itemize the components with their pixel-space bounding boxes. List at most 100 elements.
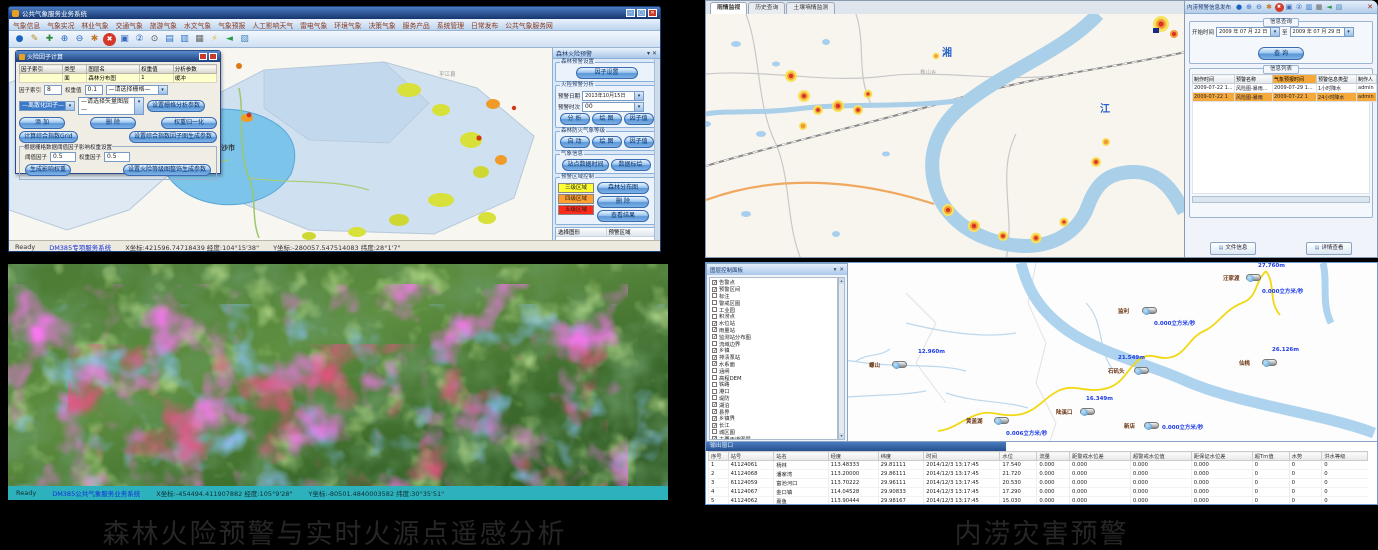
menu-item[interactable]: 雷电气象 — [300, 20, 327, 30]
menu-item[interactable]: 水文气象 — [184, 20, 211, 30]
delete-factor-button[interactable]: 删 除 — [90, 117, 136, 129]
weather-button[interactable]: 数据标绘 — [611, 159, 651, 171]
layer-checkbox[interactable] — [712, 436, 717, 440]
layers-icon[interactable]: ▥ — [1305, 3, 1314, 12]
region-button[interactable]: 森林分布图 — [597, 182, 649, 194]
layer-panel-titlebar[interactable]: 图层控制面板 ▾ ✕ — [707, 264, 847, 275]
identify-icon[interactable]: ⊙ — [148, 33, 161, 46]
menu-item[interactable]: 气象实况 — [47, 20, 74, 30]
back-arrow-icon[interactable]: ◄ — [1325, 3, 1334, 12]
station-row[interactable]: 141124061杨林113.4833329.81111 2014/12/3 1… — [709, 461, 1368, 470]
panel-close-icon[interactable]: ✕ — [1366, 3, 1375, 12]
station-row[interactable]: 241124068潘家湾113.2000029.86111 2014/12/3 … — [709, 470, 1368, 479]
layer-checkbox[interactable] — [712, 423, 717, 428]
vector-layer-select[interactable]: —请选择矢量图层— — [78, 97, 144, 115]
zoom-in-icon[interactable]: ⊕ — [58, 33, 71, 46]
layer-item[interactable]: 水系面 — [712, 361, 835, 368]
warning-date-select[interactable]: 2013年10月15日 — [582, 91, 644, 101]
region-list-header[interactable]: 预警区域 — [607, 228, 658, 236]
generate-weight-button[interactable]: 生成影响权重 — [25, 164, 71, 176]
zoom-in-icon[interactable]: ⊕ — [1245, 3, 1254, 12]
map-tab[interactable]: 雨情监视 — [710, 2, 747, 14]
remote-sensing-image[interactable] — [8, 264, 668, 486]
dialog-titlebar[interactable]: 火险因子计算 — [16, 51, 220, 62]
col-forecast-time[interactable]: 气象预报时间 — [1273, 75, 1317, 84]
output-column-header[interactable]: 超警戒水位值 — [1130, 452, 1191, 461]
menu-item[interactable]: 日常发布 — [471, 20, 498, 30]
weather-button[interactable]: 站点数据时间 — [562, 159, 608, 171]
output-column-header[interactable]: 时间 — [924, 452, 1000, 461]
analysis-button[interactable]: 绘 图 — [592, 113, 622, 125]
pin-icon[interactable]: ▾ — [647, 50, 650, 57]
output-column-header[interactable]: 水势 — [1289, 452, 1322, 461]
factor-index-input[interactable]: 8 — [44, 85, 62, 95]
normalize-weights-button[interactable]: 权重归一化 — [161, 117, 217, 129]
grade-button[interactable]: 因子值 — [624, 136, 654, 148]
output-column-header[interactable]: 洪水等级 — [1322, 452, 1368, 461]
discrete-factor-select[interactable]: —离散化因子— — [19, 101, 75, 111]
col-make-time[interactable]: 制作时间 — [1193, 75, 1235, 84]
pan-arrows-icon[interactable]: ✚ — [43, 33, 56, 46]
lightning-pin-icon[interactable]: ⚡ — [208, 33, 221, 46]
layer-checkbox[interactable] — [712, 416, 717, 421]
layers-icon[interactable]: ▥ — [178, 33, 191, 46]
menu-item[interactable]: 交通气象 — [116, 20, 143, 30]
layer-checkbox[interactable] — [712, 321, 717, 326]
station-pill-icon[interactable] — [1144, 422, 1159, 429]
station-pill-icon[interactable] — [892, 361, 907, 368]
panel-vertical-scrollbar[interactable] — [654, 59, 660, 240]
full-extent-icon[interactable]: ▣ — [118, 33, 131, 46]
image-export-icon[interactable]: ▧ — [238, 33, 251, 46]
factor-column-header[interactable]: 图层名 — [87, 65, 140, 74]
add-factor-button[interactable]: 添 加 — [19, 117, 65, 129]
layer-checkbox[interactable] — [712, 293, 717, 298]
layer-checkbox[interactable] — [712, 375, 717, 380]
layer-item[interactable]: 预警区间 — [712, 286, 835, 293]
maximize-button[interactable]: ▢ — [637, 9, 646, 17]
print-icon[interactable]: ▦ — [1315, 3, 1324, 12]
hand-pan-icon[interactable]: ✱ — [88, 33, 101, 46]
dialog-minimize-button[interactable] — [199, 53, 207, 60]
layer-checkbox[interactable] — [712, 287, 717, 292]
warning-info-row[interactable]: 2009-07-22 1风险图-暴雨2009-07-22 124小时降水admi… — [1193, 93, 1377, 102]
weight-input[interactable]: 0.1 — [85, 85, 103, 95]
measure-icon[interactable]: ✎ — [28, 33, 41, 46]
image-export-icon[interactable]: ▧ — [1335, 3, 1344, 12]
hand-pan-icon[interactable]: ✱ — [1265, 3, 1274, 12]
menu-item[interactable]: 公共气象服务网 — [505, 20, 553, 30]
threshold-input[interactable]: 0.5 — [50, 152, 76, 162]
set-fire-map-button[interactable]: 设置火险等级图整饰生成参数 — [123, 164, 211, 176]
analysis-button[interactable]: 分 析 — [560, 113, 590, 125]
detail-view-button[interactable]: 详情查看 — [1306, 242, 1353, 255]
grade-button[interactable]: 绘 图 — [592, 136, 622, 148]
set-raster-params-button[interactable]: 设置栅格分析参数 — [147, 100, 205, 112]
panel-close-icon[interactable]: ✕ — [839, 267, 844, 273]
station-row[interactable]: 541124062嘉鱼113.9044429.98167 2014/12/3 1… — [709, 497, 1368, 506]
layer-item[interactable]: 主要干道图层 — [712, 435, 835, 440]
page-two-icon[interactable]: ② — [133, 33, 146, 46]
layer-checkbox[interactable] — [712, 334, 717, 339]
output-panel-title[interactable]: 输出窗口 — [706, 442, 1006, 451]
menu-item[interactable]: 服务产品 — [403, 20, 430, 30]
layer-item[interactable]: 铁路 — [712, 381, 835, 388]
output-column-header[interactable]: 超Tm值 — [1252, 452, 1289, 461]
layer-item[interactable]: 湖泊 — [712, 401, 835, 408]
layer-checkbox[interactable] — [712, 348, 717, 353]
station-pill-icon[interactable] — [1262, 359, 1277, 366]
output-column-header[interactable]: 经度 — [828, 452, 878, 461]
menu-item[interactable]: 人工影响天气 — [252, 20, 293, 30]
layer-item[interactable]: 乡镇界 — [712, 415, 835, 422]
raster-select[interactable]: —请选择栅格— — [106, 85, 168, 95]
layer-item[interactable]: 港口 — [712, 388, 835, 395]
station-pill-icon[interactable] — [1134, 367, 1149, 374]
layer-checkbox[interactable] — [712, 314, 717, 319]
fire-map-viewport[interactable]: 长沙市 平江县 宁乡县 火险因子计算 因子索引类型图层名权重值分析参数 面森林分… — [9, 48, 660, 240]
zoom-out-icon[interactable]: ⊖ — [73, 33, 86, 46]
output-column-header[interactable]: 站名 — [774, 452, 828, 461]
analysis-button[interactable]: 因子值 — [624, 113, 654, 125]
collapse-icon[interactable]: ▾ — [834, 267, 837, 273]
date-from-select[interactable]: 2009 年 07 月 22 日 — [1216, 27, 1280, 37]
layer-checkbox[interactable] — [712, 389, 717, 394]
layer-checkbox[interactable] — [712, 402, 717, 407]
back-arrow-icon[interactable]: ◄ — [223, 33, 236, 46]
